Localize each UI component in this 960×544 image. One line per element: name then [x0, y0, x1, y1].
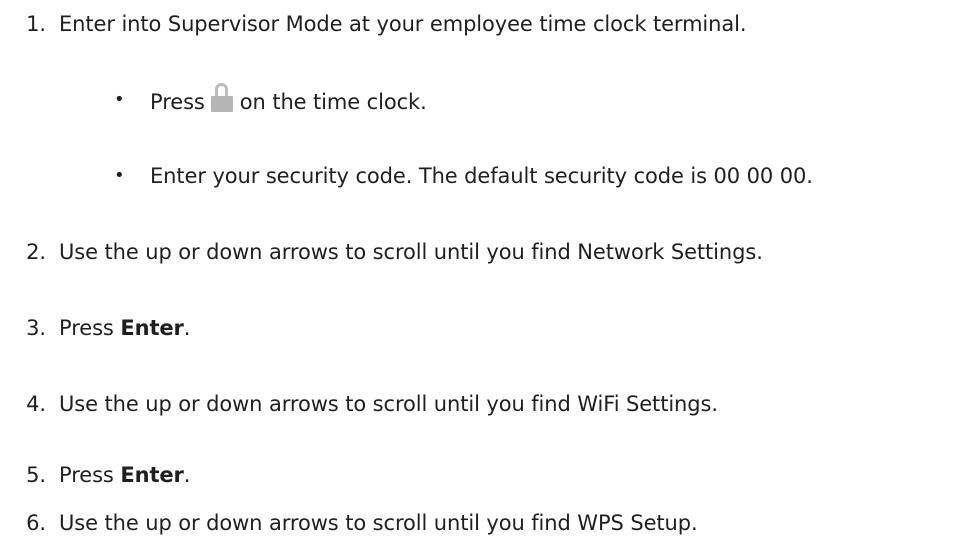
step-text: Press Enter. [59, 458, 190, 492]
step-prefix: Press [59, 316, 121, 340]
substep-text: Press on the time clock. [150, 83, 427, 119]
substep-text: Enter your security code. The default se… [150, 164, 813, 188]
step-text: Enter into Supervisor Mode at your emplo… [59, 12, 747, 36]
step-number: 5. [26, 463, 46, 487]
step-number: 3. [26, 316, 46, 340]
step-text: Use the up or down arrows to scroll unti… [59, 511, 698, 535]
bullet: • [114, 165, 125, 186]
step-number: 4. [26, 392, 46, 416]
instruction-document: 1. Enter into Supervisor Mode at your em… [0, 0, 960, 544]
step-text: Use the up or down arrows to scroll unti… [59, 392, 718, 416]
substep-suffix: on the time clock. [239, 90, 427, 114]
step-suffix: . [183, 316, 191, 340]
step-number: 1. [26, 12, 46, 36]
step-text: Press Enter. [59, 311, 190, 345]
enter-key-label: Enter [120, 463, 184, 487]
enter-key-label: Enter [120, 316, 184, 340]
step-prefix: Press [59, 463, 121, 487]
substep-prefix: Press [150, 90, 205, 114]
step-number: 2. [26, 240, 46, 264]
step-text: Use the up or down arrows to scroll unti… [59, 240, 763, 264]
bullet: • [114, 89, 125, 110]
step-number: 6. [26, 511, 46, 535]
step-suffix: . [183, 463, 191, 487]
lock-icon [209, 83, 236, 113]
